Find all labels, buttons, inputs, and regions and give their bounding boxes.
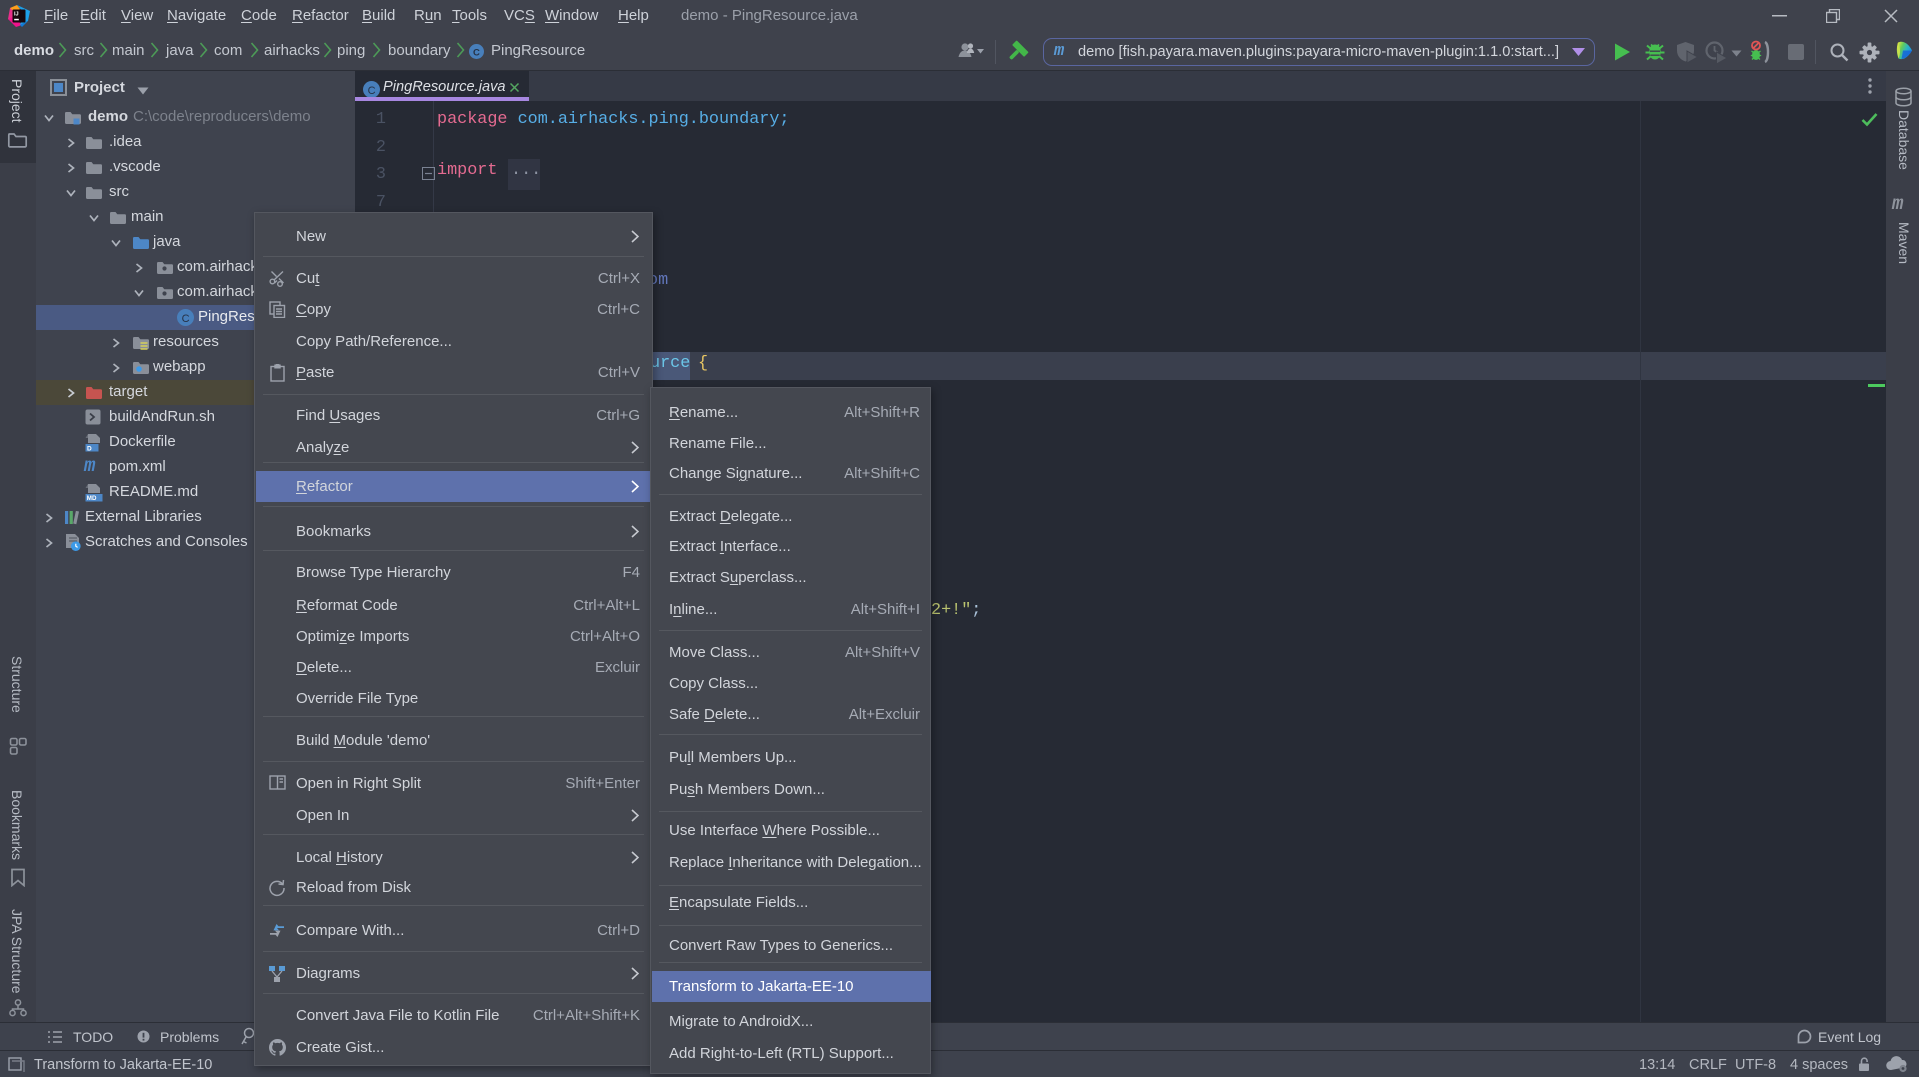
svg-text:MD: MD [87,495,97,502]
svg-text:D: D [87,445,92,452]
svg-text:C: C [182,313,190,325]
svg-text:IJ: IJ [14,12,19,18]
svg-text:C: C [368,85,376,97]
svg-text:C: C [473,48,480,59]
